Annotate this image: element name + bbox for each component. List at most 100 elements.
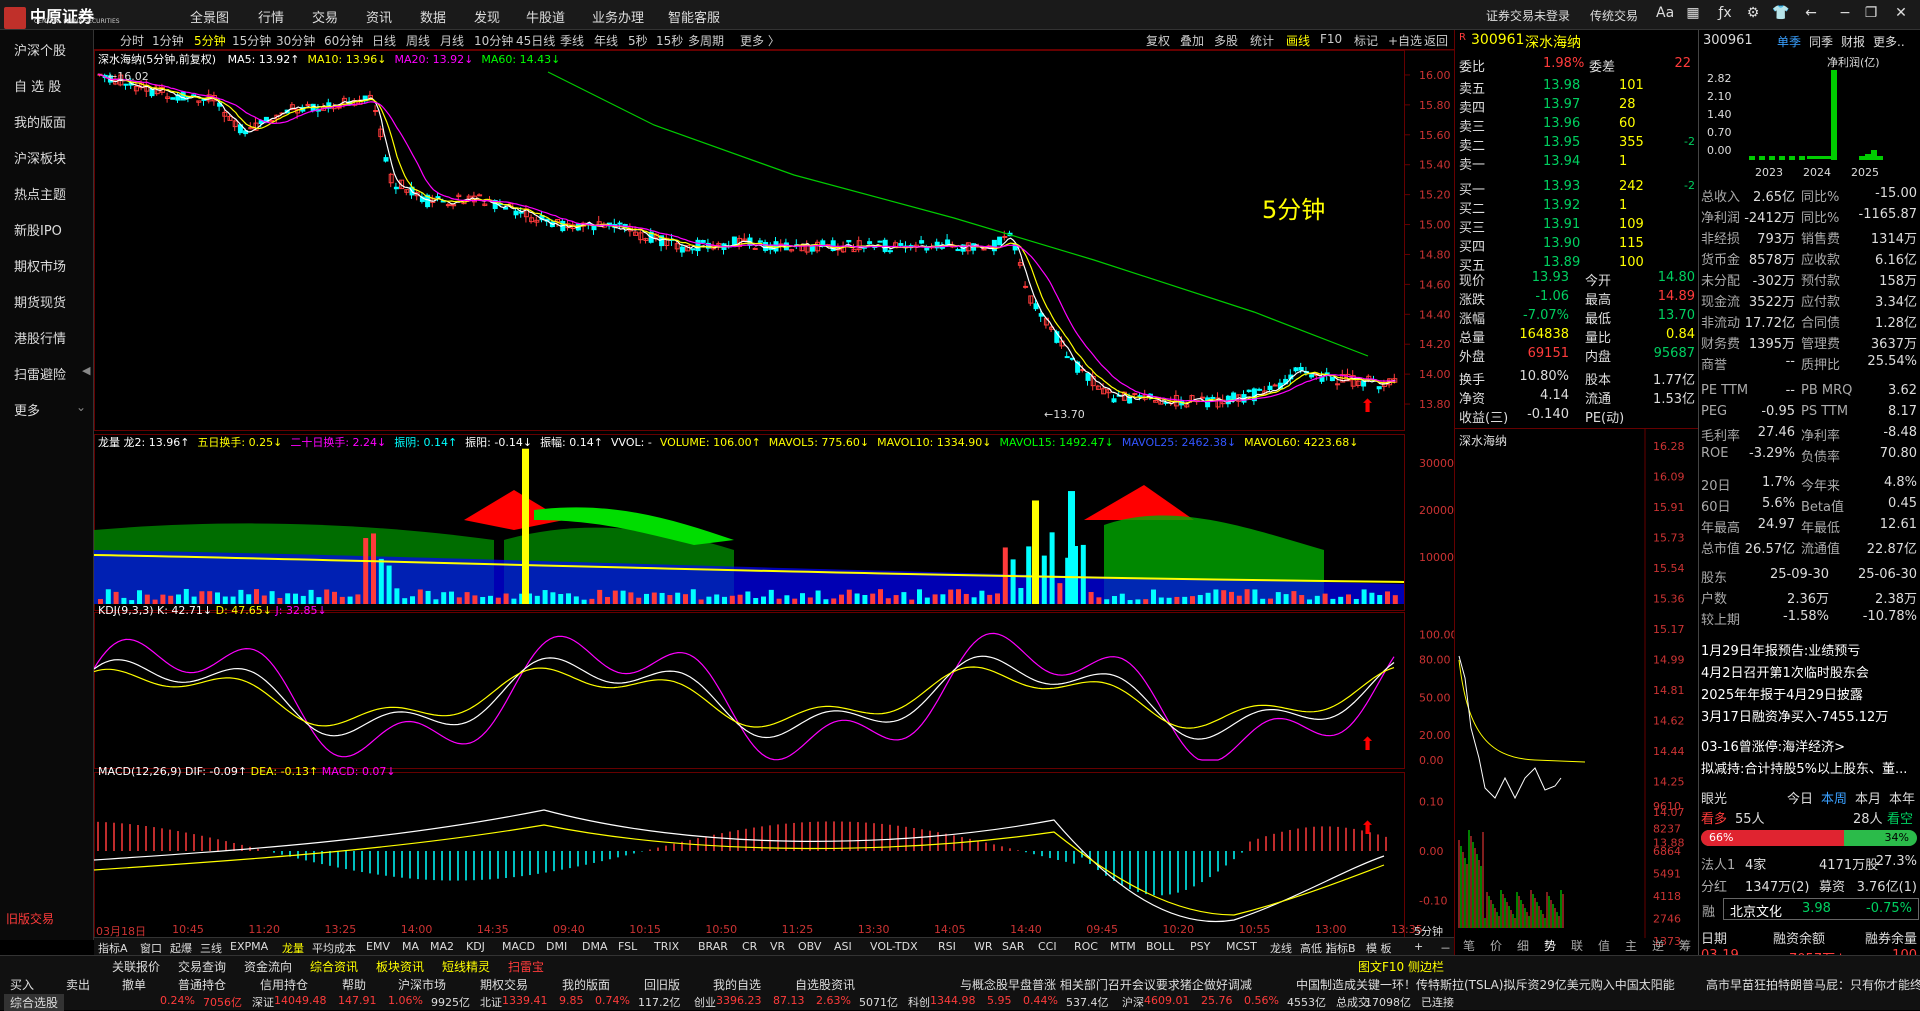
- toolbar-button[interactable]: +自选: [1388, 32, 1422, 49]
- info-link[interactable]: 资金流向: [244, 958, 292, 975]
- indicator-b-button[interactable]: 模 板: [1366, 940, 1392, 956]
- quote-tab[interactable]: 联: [1571, 937, 1583, 954]
- info-right[interactable]: 图文F10 侧边栏: [1358, 958, 1444, 975]
- indicator-tab[interactable]: 起爆: [170, 940, 192, 956]
- status-button[interactable]: 帮助: [342, 976, 366, 993]
- ask-row[interactable]: 卖一 13.94 1: [1459, 154, 1695, 173]
- period-tab[interactable]: 1分钟: [152, 32, 184, 49]
- period-tab[interactable]: 分时: [120, 32, 144, 49]
- news-item[interactable]: 2025年年报于4月29日披露: [1701, 684, 1919, 702]
- kline-chart[interactable]: 16.00 15.80 15.60 15.40 15.20 15.00 14.80 14.60…: [93, 49, 1458, 941]
- intraday-mini-chart[interactable]: 16.28 16.09 15.91 15.73 15.54 15.36 15.17 14.99…: [1455, 428, 1699, 968]
- news-ticker[interactable]: 与概念股早盘普涨 相关部门召开会议要求猪企做好调减: [960, 976, 1252, 993]
- menu-business[interactable]: 业务办理: [592, 7, 644, 26]
- toolbar-button[interactable]: 返回: [1424, 32, 1448, 49]
- indicator-tab[interactable]: PSY: [1190, 940, 1210, 953]
- status-button[interactable]: 自选股资讯: [795, 976, 855, 993]
- period-tab[interactable]: 更多 〉: [740, 32, 780, 49]
- period-tab[interactable]: 15秒: [656, 32, 683, 49]
- period-tab[interactable]: 15分钟: [232, 32, 271, 49]
- news-item[interactable]: 1月29日年报预告:业绩预亏: [1701, 640, 1919, 658]
- period-tab[interactable]: 年线: [594, 32, 618, 49]
- indicator-tab[interactable]: VOL-TDX: [870, 940, 918, 953]
- indicator-tab[interactable]: CR: [742, 940, 757, 953]
- settings-icon[interactable]: ⚙: [1744, 5, 1762, 23]
- indicator-tab[interactable]: MCST: [1226, 940, 1257, 953]
- sidebar-item-hk[interactable]: 港股行情: [14, 328, 66, 347]
- info-link[interactable]: 短线精灵: [442, 958, 490, 975]
- sidebar-item-ipo[interactable]: 新股IPO: [14, 220, 62, 239]
- menu-panorama[interactable]: 全景图: [190, 7, 229, 26]
- indicator-tab[interactable]: CCI: [1038, 940, 1057, 953]
- menu-trade[interactable]: 交易: [312, 7, 338, 26]
- function-icon[interactable]: ƒx: [1716, 5, 1734, 23]
- news-item[interactable]: 拟减持:合计持股5%以上股东、董...: [1701, 758, 1919, 776]
- bid-row[interactable]: 买三 13.91 109: [1459, 217, 1695, 236]
- font-size-icon[interactable]: Aa: [1656, 5, 1674, 23]
- indicator-tab[interactable]: 龙量: [282, 940, 304, 956]
- info-link[interactable]: 交易查询: [178, 958, 226, 975]
- indicator-tab[interactable]: MA: [402, 940, 419, 953]
- grid-icon[interactable]: ▦: [1684, 5, 1702, 23]
- indicator-tab[interactable]: EXPMA: [230, 940, 268, 953]
- indicator-tab[interactable]: DMA: [582, 940, 608, 953]
- toolbar-button[interactable]: 多股: [1214, 32, 1238, 49]
- period-tab[interactable]: 月线: [440, 32, 464, 49]
- indicator-tab[interactable]: MACD: [502, 940, 535, 953]
- quote-tab[interactable]: 主: [1625, 937, 1637, 954]
- eye-tab[interactable]: 本年: [1889, 788, 1915, 807]
- menu-data[interactable]: 数据: [420, 7, 446, 26]
- sidebar-collapse-icon[interactable]: ◀: [82, 364, 90, 377]
- sidebar-item-stocks[interactable]: 沪深个股: [14, 40, 66, 59]
- sidebar-item-topics[interactable]: 热点主题: [14, 184, 66, 203]
- fin-tab[interactable]: 财报: [1841, 33, 1865, 50]
- period-tab[interactable]: 周线: [406, 32, 430, 49]
- news-item[interactable]: 4月2日召开第1次临时股东会: [1701, 662, 1919, 680]
- status-button[interactable]: 我的自选: [713, 976, 761, 993]
- quote-tab[interactable]: 价: [1490, 937, 1502, 954]
- indicator-tab[interactable]: RSI: [938, 940, 956, 953]
- status-button[interactable]: 回旧版: [644, 976, 680, 993]
- screen-tab[interactable]: 综合选股: [4, 994, 65, 1011]
- info-link[interactable]: 关联报价: [112, 958, 160, 975]
- status-button[interactable]: 买入: [10, 976, 34, 993]
- toolbar-button[interactable]: 画线: [1286, 32, 1310, 49]
- classic-trade-link[interactable]: 传统交易: [1590, 7, 1638, 24]
- indicator-tab[interactable]: VR: [770, 940, 785, 953]
- period-tab[interactable]: 季线: [560, 32, 584, 49]
- fin-tab[interactable]: 单季: [1777, 33, 1801, 50]
- menu-news[interactable]: 资讯: [366, 7, 392, 26]
- toolbar-button[interactable]: 标记: [1354, 32, 1378, 49]
- status-button[interactable]: 信用持仓: [260, 976, 308, 993]
- menu-discover[interactable]: 发现: [474, 7, 500, 26]
- indicator-tab[interactable]: 指标A: [98, 940, 128, 956]
- minimize-icon[interactable]: −: [1836, 5, 1854, 23]
- indicator-tab[interactable]: DMI: [546, 940, 567, 953]
- chevron-down-icon[interactable]: ⌄: [76, 400, 86, 414]
- indicator-tab[interactable]: WR: [974, 940, 993, 953]
- indicator-tab[interactable]: 平均成本: [312, 940, 356, 956]
- bear-label[interactable]: 看空: [1887, 808, 1913, 827]
- menu-quotes[interactable]: 行情: [258, 7, 284, 26]
- sidebar-item-watchlist[interactable]: 自 选 股: [14, 76, 61, 95]
- period-tab[interactable]: 多周期: [688, 32, 724, 49]
- indicator-tab[interactable]: BRAR: [698, 940, 728, 953]
- ask-row[interactable]: 卖五 13.98 101: [1459, 78, 1695, 97]
- indicator-tab[interactable]: 三线: [200, 940, 222, 956]
- news-ticker[interactable]: 中国制造成关键一环！传特斯拉(TSLA)拟斥资29亿美元购入中国太阳能: [1296, 976, 1676, 993]
- indicator-tab[interactable]: MA2: [430, 940, 454, 953]
- close-icon[interactable]: ✕: [1892, 5, 1910, 23]
- kline-chart-area[interactable]: 16.00 15.80 15.60 15.40 15.20 15.00 14.80 14.60…: [93, 49, 1458, 941]
- sidebar-item-sectors[interactable]: 沪深板块: [14, 148, 66, 167]
- period-tab[interactable]: 45日线: [516, 32, 555, 49]
- quote-tab[interactable]: 势: [1544, 937, 1556, 954]
- eye-tab[interactable]: 本月: [1855, 788, 1881, 807]
- quote-tab[interactable]: 筹: [1679, 937, 1691, 954]
- indicator-b-button[interactable]: －: [1440, 940, 1451, 956]
- fin-tab[interactable]: 更多..: [1873, 33, 1905, 50]
- info-link[interactable]: 综合资讯: [310, 958, 358, 975]
- indicator-b-button[interactable]: +: [1414, 940, 1423, 953]
- status-button[interactable]: 卖出: [66, 976, 90, 993]
- indicator-tab[interactable]: SAR: [1002, 940, 1024, 953]
- back-icon[interactable]: ←: [1802, 5, 1820, 23]
